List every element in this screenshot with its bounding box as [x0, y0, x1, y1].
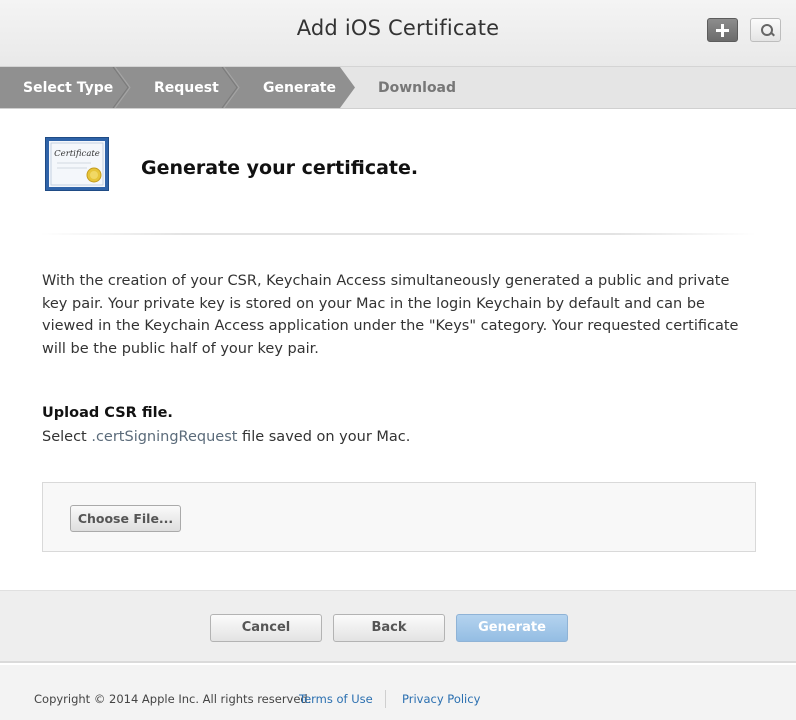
search-button[interactable] [750, 18, 781, 42]
upload-csr-title: Upload CSR file. [42, 405, 173, 421]
upload-csr-description: Select .certSigningRequest file saved on… [42, 429, 411, 445]
description-text: With the creation of your CSR, Keychain … [42, 273, 739, 357]
step-download: Download [378, 80, 457, 96]
certificate-icon-text: Certificate [54, 149, 100, 159]
cancel-button[interactable]: Cancel [210, 614, 322, 642]
back-button[interactable]: Back [333, 614, 445, 642]
file-extension: .certSigningRequest [91, 429, 238, 445]
divider [40, 233, 756, 235]
terms-of-use-link[interactable]: Terms of Use [299, 692, 373, 706]
page-title: Add iOS Certificate [296, 16, 500, 40]
privacy-policy-link[interactable]: Privacy Policy [402, 692, 480, 706]
copyright-text: Copyright © 2014 Apple Inc. All rights r… [34, 692, 312, 706]
step-progress-bar: Select Type Request Generate Download [0, 67, 796, 109]
generate-button[interactable]: Generate [456, 614, 568, 642]
page-header: Add iOS Certificate [0, 0, 796, 67]
choose-file-button[interactable]: Choose File... [70, 505, 181, 532]
step-generate: Generate [263, 80, 336, 96]
certificate-icon: Certificate [45, 137, 109, 191]
section-heading: Generate your certificate. [141, 157, 419, 179]
step-select-type: Select Type [23, 80, 114, 96]
footer-separator [385, 690, 386, 708]
step-request: Request [154, 80, 219, 96]
plus-icon[interactable] [707, 18, 738, 42]
